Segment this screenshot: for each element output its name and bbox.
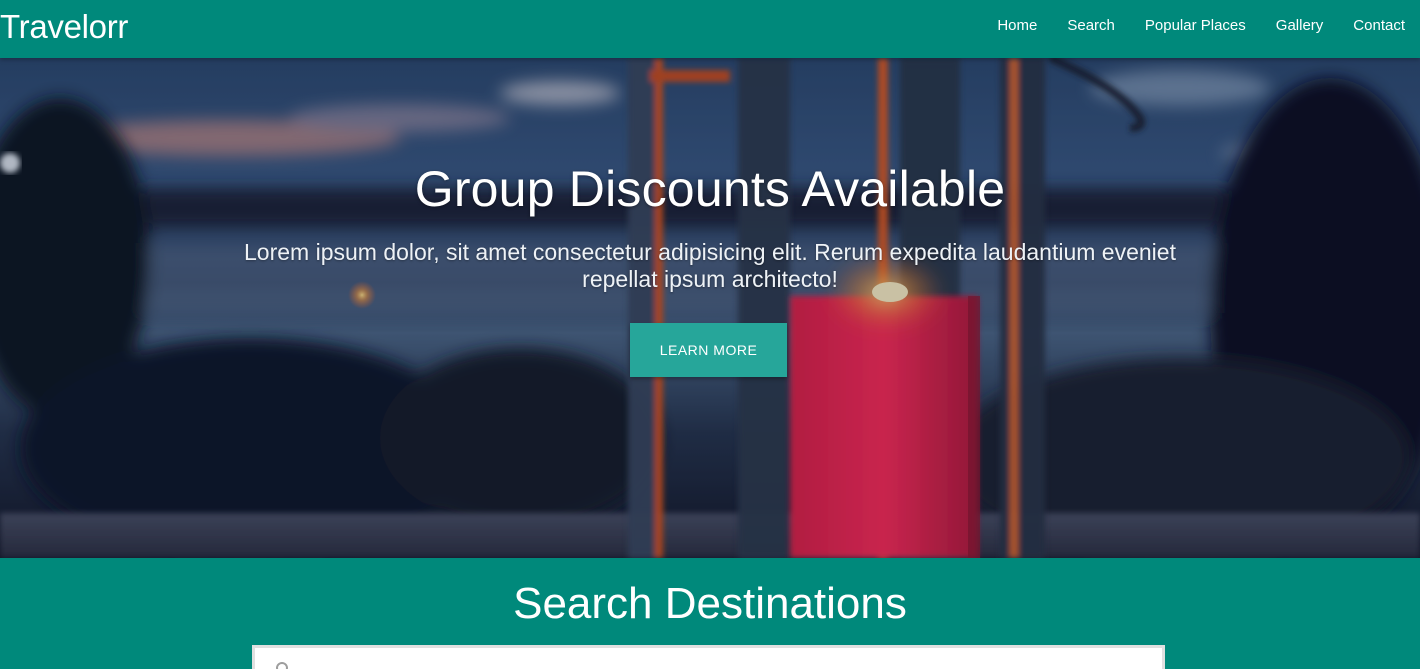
navbar: Travelorr Home Search Popular Places Gal… [0, 0, 1420, 58]
nav-links: Home Search Popular Places Gallery Conta… [982, 0, 1420, 52]
learn-more-button[interactable]: LEARN MORE [630, 323, 787, 377]
search-input[interactable] [252, 645, 1165, 669]
nav-link-popular-places[interactable]: Popular Places [1130, 0, 1261, 52]
nav-link-search[interactable]: Search [1052, 0, 1130, 52]
nav-link-home[interactable]: Home [982, 0, 1052, 52]
search-section: Search Destinations [0, 558, 1420, 669]
hero-description: Lorem ipsum dolor, sit amet consectetur … [244, 239, 1176, 292]
nav-link-gallery[interactable]: Gallery [1261, 0, 1339, 52]
hero-title: Group Discounts Available [414, 161, 1006, 217]
nav-link-contact[interactable]: Contact [1338, 0, 1420, 52]
search-title: Search Destinations [513, 579, 907, 628]
hero-content: Group Discounts Available Lorem ipsum do… [0, 58, 1420, 558]
brand-logo[interactable]: Travelorr [0, 8, 128, 46]
hero-section: Group Discounts Available Lorem ipsum do… [0, 58, 1420, 558]
search-icon [276, 662, 288, 669]
